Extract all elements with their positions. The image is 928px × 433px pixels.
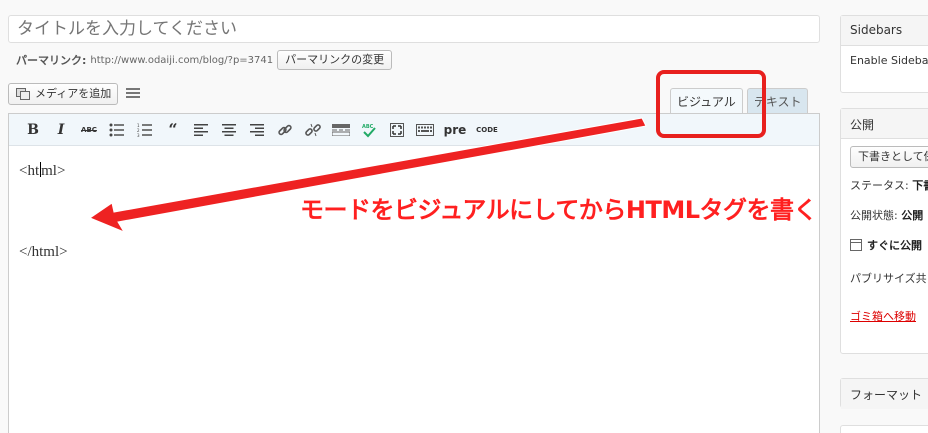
numbered-list-icon[interactable]: 123: [133, 119, 157, 141]
permalink-label: パーマリンク:: [16, 54, 87, 67]
annotation-text: モードをビジュアルにしてからHTMLタグを書く: [300, 196, 818, 224]
status-row: ステータス: 下書: [841, 170, 928, 200]
media-icon: [15, 87, 31, 101]
blockquote-button[interactable]: “: [161, 119, 185, 141]
align-left-icon[interactable]: [189, 119, 213, 141]
format-title[interactable]: フォーマット: [841, 379, 928, 409]
add-media-button[interactable]: メディアを追加: [8, 83, 119, 105]
spellcheck-icon[interactable]: ABC: [357, 119, 381, 141]
tab-text[interactable]: テキスト: [746, 88, 809, 114]
link-icon[interactable]: [273, 119, 297, 141]
editor-toolbar: B I ABC 123 “ ABC pre CODE: [9, 114, 819, 146]
tab-visual[interactable]: ビジュアル: [670, 88, 743, 114]
svg-text:ABC: ABC: [362, 124, 374, 130]
strikethrough-button[interactable]: ABC: [77, 119, 101, 141]
save-draft-button[interactable]: 下書きとして保: [850, 146, 928, 168]
align-right-icon[interactable]: [245, 119, 269, 141]
schedule-row: すぐに公開: [841, 230, 928, 260]
permalink-row: パーマリンク: http://www.odaiji.com/blog/?p=37…: [16, 50, 393, 70]
editor-area: B I ABC 123 “ ABC pre CODE <ht ml> </htm…: [8, 113, 820, 433]
format-panel: フォーマット: [840, 378, 928, 409]
editor-content[interactable]: <ht ml> </html>: [9, 146, 819, 260]
sidebars-panel: Sidebars Enable Sidebar:: [840, 15, 928, 93]
publicize-row: パブリサイズ共: [850, 272, 927, 285]
more-tag-icon[interactable]: [329, 119, 353, 141]
form-icon[interactable]: [126, 88, 140, 100]
svg-text:3: 3: [137, 133, 140, 137]
bullet-list-icon[interactable]: [105, 119, 129, 141]
kitchen-sink-icon[interactable]: [413, 119, 437, 141]
enable-sidebar-label: Enable Sidebar:: [850, 54, 928, 67]
bold-button[interactable]: B: [21, 119, 45, 141]
editor-tabs: ビジュアル テキスト: [670, 88, 809, 114]
pre-button[interactable]: pre: [441, 119, 469, 141]
post-title-input[interactable]: [8, 15, 820, 43]
status-value: 下書: [912, 179, 928, 192]
change-permalink-button[interactable]: パーマリンクの変更: [277, 50, 393, 70]
content-line-open: <ht ml>: [19, 162, 66, 179]
calendar-icon: [850, 239, 862, 251]
unlink-icon[interactable]: [301, 119, 325, 141]
permalink-url[interactable]: http://www.odaiji.com/blog/?p=3741: [90, 55, 273, 66]
content-line-close: </html>: [19, 244, 68, 260]
publish-panel: 公開 下書きとして保 ステータス: 下書 公開状態: 公開 すぐに公開 パブリサ…: [840, 108, 928, 354]
align-center-icon[interactable]: [217, 119, 241, 141]
move-to-trash-link[interactable]: ゴミ箱へ移動: [850, 308, 916, 324]
publish-title[interactable]: 公開: [841, 109, 928, 139]
sidebars-title[interactable]: Sidebars: [841, 16, 928, 46]
fullscreen-icon[interactable]: [385, 119, 409, 141]
code-button[interactable]: CODE: [473, 119, 501, 141]
visibility-row: 公開状態: 公開: [850, 209, 924, 222]
schedule-value: すぐに公開: [867, 239, 922, 252]
visibility-value: 公開: [901, 209, 924, 222]
add-media-label: メディアを追加: [35, 87, 112, 100]
italic-button[interactable]: I: [49, 119, 73, 141]
next-panel: [840, 425, 928, 433]
